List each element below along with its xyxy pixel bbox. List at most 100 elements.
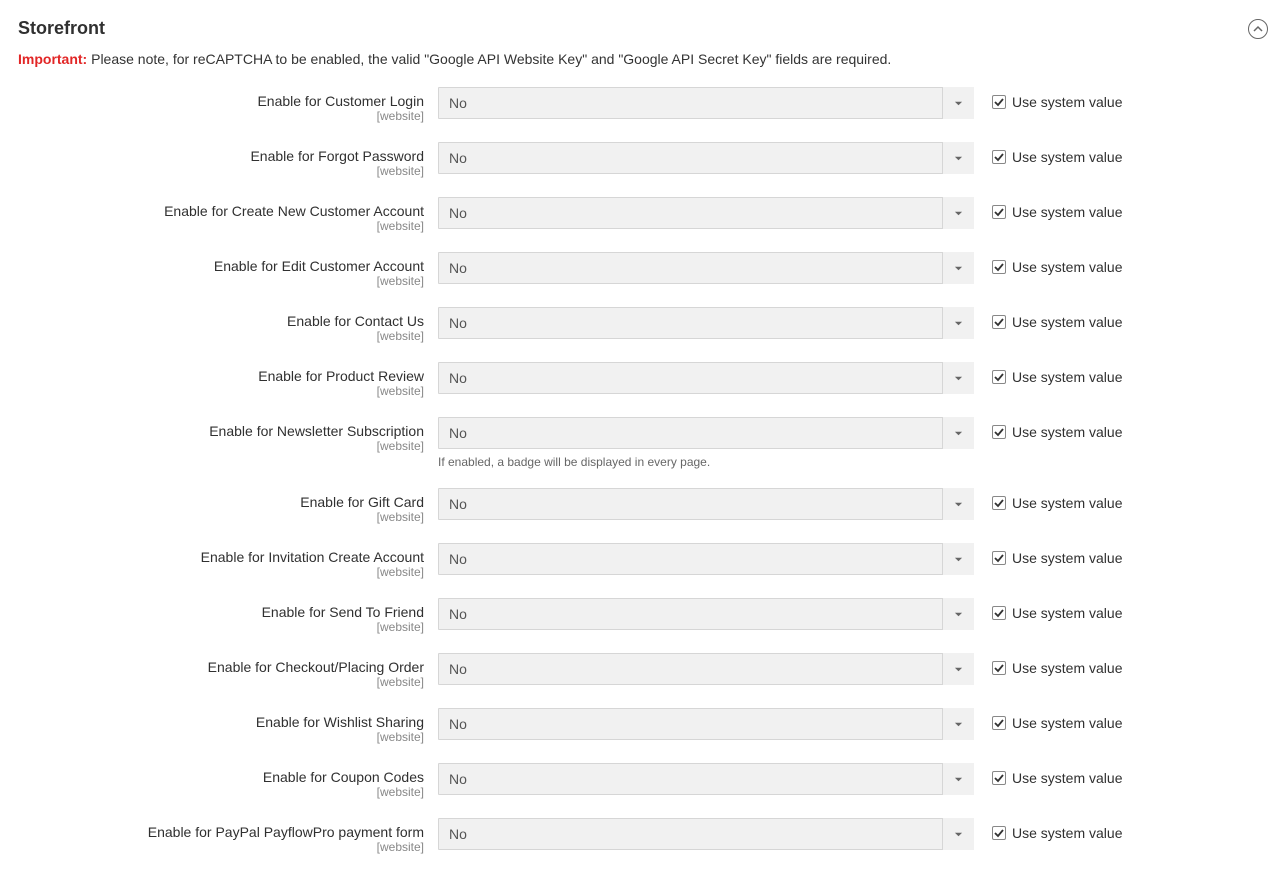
important-label: Important: (18, 51, 87, 67)
field-control: No (438, 708, 974, 740)
select-wishlist[interactable]: No (438, 708, 974, 740)
field-label-wrap: Enable for Coupon Codes [website] (18, 763, 438, 799)
field-row-gift-card: Enable for Gift Card [website] No Use sy… (18, 488, 1268, 524)
field-label: Enable for Edit Customer Account (18, 258, 424, 274)
field-label-wrap: Enable for Newsletter Subscription [webs… (18, 417, 438, 453)
select-value: No (438, 488, 974, 520)
use-system-checkbox[interactable] (992, 551, 1006, 565)
use-system-checkbox[interactable] (992, 260, 1006, 274)
fields-container: Enable for Customer Login [website] No U… (18, 87, 1268, 854)
select-forgot-password[interactable]: No (438, 142, 974, 174)
field-row-paypal: Enable for PayPal PayflowPro payment for… (18, 818, 1268, 854)
field-label: Enable for Forgot Password (18, 148, 424, 164)
field-label-wrap: Enable for Checkout/Placing Order [websi… (18, 653, 438, 689)
use-system-checkbox[interactable] (992, 150, 1006, 164)
use-system-checkbox[interactable] (992, 826, 1006, 840)
field-side: Use system value (974, 197, 1122, 220)
select-edit-customer[interactable]: No (438, 252, 974, 284)
select-value: No (438, 708, 974, 740)
field-label-wrap: Enable for Create New Customer Account [… (18, 197, 438, 233)
field-row-invitation: Enable for Invitation Create Account [we… (18, 543, 1268, 579)
select-value: No (438, 818, 974, 850)
collapse-toggle-button[interactable] (1248, 19, 1268, 39)
field-label: Enable for Coupon Codes (18, 769, 424, 785)
field-label-wrap: Enable for PayPal PayflowPro payment for… (18, 818, 438, 854)
select-newsletter[interactable]: No (438, 417, 974, 449)
select-coupon[interactable]: No (438, 763, 974, 795)
use-system-checkbox[interactable] (992, 315, 1006, 329)
select-paypal[interactable]: No (438, 818, 974, 850)
field-row-coupon: Enable for Coupon Codes [website] No Use… (18, 763, 1268, 799)
use-system-checkbox[interactable] (992, 661, 1006, 675)
field-scope: [website] (18, 840, 424, 854)
field-control: No (438, 197, 974, 229)
field-row-newsletter: Enable for Newsletter Subscription [webs… (18, 417, 1268, 469)
field-scope: [website] (18, 510, 424, 524)
field-label: Enable for Create New Customer Account (18, 203, 424, 219)
select-contact-us[interactable]: No (438, 307, 974, 339)
field-control: No (438, 252, 974, 284)
field-row-checkout: Enable for Checkout/Placing Order [websi… (18, 653, 1268, 689)
select-customer-login[interactable]: No (438, 87, 974, 119)
field-control: No (438, 488, 974, 520)
use-system-checkbox[interactable] (992, 716, 1006, 730)
field-side: Use system value (974, 87, 1122, 110)
select-value: No (438, 142, 974, 174)
field-row-wishlist: Enable for Wishlist Sharing [website] No… (18, 708, 1268, 744)
use-system-label: Use system value (1012, 424, 1122, 440)
use-system-label: Use system value (1012, 259, 1122, 275)
field-label: Enable for Gift Card (18, 494, 424, 510)
select-value: No (438, 87, 974, 119)
select-create-customer[interactable]: No (438, 197, 974, 229)
select-invitation[interactable]: No (438, 543, 974, 575)
field-side: Use system value (974, 763, 1122, 786)
use-system-checkbox[interactable] (992, 95, 1006, 109)
use-system-checkbox[interactable] (992, 370, 1006, 384)
field-scope: [website] (18, 164, 424, 178)
field-note: If enabled, a badge will be displayed in… (438, 455, 974, 469)
field-side: Use system value (974, 142, 1122, 165)
select-gift-card[interactable]: No (438, 488, 974, 520)
use-system-checkbox[interactable] (992, 606, 1006, 620)
field-row-edit-customer: Enable for Edit Customer Account [websit… (18, 252, 1268, 288)
chevron-up-icon (1253, 24, 1263, 34)
use-system-label: Use system value (1012, 550, 1122, 566)
field-scope: [website] (18, 565, 424, 579)
select-value: No (438, 197, 974, 229)
use-system-checkbox[interactable] (992, 425, 1006, 439)
select-value: No (438, 653, 974, 685)
field-label-wrap: Enable for Send To Friend [website] (18, 598, 438, 634)
select-checkout[interactable]: No (438, 653, 974, 685)
field-side: Use system value (974, 543, 1122, 566)
select-product-review[interactable]: No (438, 362, 974, 394)
field-side: Use system value (974, 598, 1122, 621)
field-side: Use system value (974, 252, 1122, 275)
check-icon (994, 97, 1004, 107)
field-label: Enable for Newsletter Subscription (18, 423, 424, 439)
field-label-wrap: Enable for Customer Login [website] (18, 87, 438, 123)
use-system-checkbox[interactable] (992, 205, 1006, 219)
important-note: Important: Please note, for reCAPTCHA to… (18, 51, 1268, 67)
use-system-label: Use system value (1012, 94, 1122, 110)
field-label-wrap: Enable for Edit Customer Account [websit… (18, 252, 438, 288)
field-scope: [website] (18, 109, 424, 123)
use-system-label: Use system value (1012, 605, 1122, 621)
field-control: No (438, 653, 974, 685)
field-row-forgot-password: Enable for Forgot Password [website] No … (18, 142, 1268, 178)
field-row-contact-us: Enable for Contact Us [website] No Use s… (18, 307, 1268, 343)
select-value: No (438, 307, 974, 339)
field-scope: [website] (18, 620, 424, 634)
check-icon (994, 152, 1004, 162)
field-label: Enable for Contact Us (18, 313, 424, 329)
use-system-checkbox[interactable] (992, 771, 1006, 785)
field-scope: [website] (18, 384, 424, 398)
use-system-label: Use system value (1012, 204, 1122, 220)
check-icon (994, 262, 1004, 272)
check-icon (994, 317, 1004, 327)
select-send-friend[interactable]: No (438, 598, 974, 630)
check-icon (994, 773, 1004, 783)
field-label: Enable for Wishlist Sharing (18, 714, 424, 730)
field-control: No (438, 818, 974, 850)
field-label-wrap: Enable for Wishlist Sharing [website] (18, 708, 438, 744)
use-system-checkbox[interactable] (992, 496, 1006, 510)
